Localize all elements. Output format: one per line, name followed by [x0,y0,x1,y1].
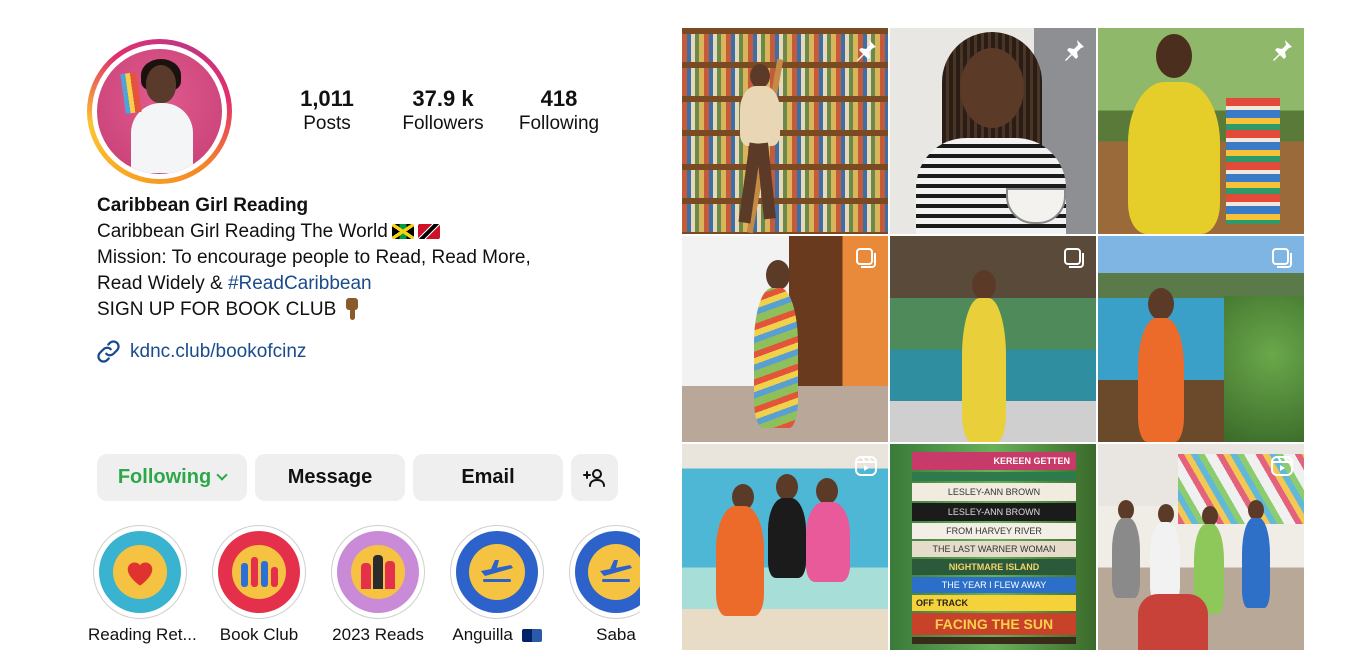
stat-followers-label: Followers [402,113,484,134]
profile-header: 1,011 Posts 37.9 k Followers 418 Followi… [0,0,660,671]
highlight-label: Anguilla [445,625,549,645]
bio-text: SIGN UP FOR BOOK CLUB [97,299,337,320]
bio-line: Read Widely & #ReadCaribbean [97,271,657,297]
highlight-label: Saba [596,625,636,644]
carousel-icon [856,248,876,268]
highlight-reading-retreat[interactable]: Reading Ret... [88,525,197,645]
profile-link[interactable]: kdnc.club/bookofcinz [95,338,306,365]
post-tile[interactable] [1098,444,1304,650]
book-spine: FROM HARVEY RIVER [912,523,1076,539]
book-stack: KEREEN GETTEN LESLEY-ANN BROWN LESLEY-AN… [912,452,1076,644]
following-button[interactable]: Following [97,454,247,501]
email-button[interactable]: Email [413,454,563,501]
book-spine: THE YEAR I FLEW AWAY [912,577,1076,593]
post-tile[interactable] [682,28,888,234]
bio-line: SIGN UP FOR BOOK CLUB [97,297,657,323]
posts-grid: KEREEN GETTEN LESLEY-ANN BROWN LESLEY-AN… [682,28,1304,671]
highlight-2023-reads[interactable]: 2023 Reads [326,525,430,645]
post-tile[interactable] [1098,236,1304,442]
display-name: Caribbean Girl Reading [97,195,309,216]
stat-followers-count: 37.9 k [412,86,474,111]
highlight-label: Book Club [219,625,299,644]
book-spine: LESLEY-ANN BROWN [912,503,1076,521]
pin-icon [857,40,876,61]
bio-text: Caribbean Girl Reading The World [97,221,388,242]
profile-bio: Caribbean Girl Reading Caribbean Girl Re… [97,193,657,323]
highlights-row: Reading Ret... Book Club 2023 Reads Angu… [0,520,640,671]
book-spine: FACING THE SUN [912,613,1076,635]
reel-icon [1271,456,1293,476]
email-label: Email [461,466,515,488]
jamaica-flag-icon [391,224,414,239]
add-person-icon [582,468,605,487]
books-icon [232,545,286,599]
stat-following-label: Following [518,113,600,134]
carousel-icon [1064,248,1084,268]
carousel-icon [1272,248,1292,268]
bio-mission: Mission: To encourage people to Read, Re… [97,247,531,268]
message-label: Message [287,466,373,488]
stat-posts[interactable]: 1,011 Posts [294,86,360,136]
chevron-down-icon [216,469,228,481]
profile-avatar[interactable] [87,39,232,184]
heart-icon [127,562,153,586]
pin-icon [1273,40,1292,61]
link-icon [97,340,120,363]
book-spine: LESLEY-ANN BROWN [912,483,1076,501]
suggested-people-button[interactable] [571,454,618,501]
book-spine: THE LAST WARNER WOMAN [912,541,1076,557]
highlight-anguilla[interactable]: Anguilla [445,525,549,645]
message-button[interactable]: Message [255,454,405,501]
post-tile[interactable] [890,28,1096,234]
anguilla-flag-icon [521,629,542,642]
books-icon [351,545,405,599]
bio-text: Read Widely & [97,273,223,294]
highlight-label: Reading Ret... [88,625,197,644]
link-text: kdnc.club/bookofcinz [130,340,307,362]
hashtag-link[interactable]: #ReadCaribbean [228,273,372,294]
post-tile[interactable] [890,236,1096,442]
highlight-label: 2023 Reads [332,625,424,644]
pointing-down-icon [344,298,360,320]
airplane-icon [600,560,632,582]
avatar-photo [97,49,222,174]
stat-following-count: 418 [540,86,578,111]
highlight-saba[interactable]: Saba [564,525,640,645]
reel-icon [855,456,877,476]
trinidad-flag-icon [417,224,440,239]
post-tile[interactable] [682,236,888,442]
stat-posts-count: 1,011 [300,86,354,111]
airplane-icon [481,560,513,582]
stat-followers[interactable]: 37.9 k Followers [394,86,492,136]
book-spine: KEREEN GETTEN [912,452,1076,470]
book-spine: OFF TRACK [912,595,1076,611]
bio-line: Caribbean Girl Reading The World [97,219,657,245]
stat-following[interactable]: 418 Following [511,86,607,136]
stat-posts-label: Posts [303,113,351,134]
highlight-book-club[interactable]: Book Club [207,525,311,645]
pin-icon [1065,40,1084,61]
following-label: Following [117,466,212,488]
post-tile[interactable] [682,444,888,650]
book-spine: NIGHTMARE ISLAND [912,559,1076,575]
post-tile[interactable] [1098,28,1304,234]
post-tile[interactable]: KEREEN GETTEN LESLEY-ANN BROWN LESLEY-AN… [890,444,1096,650]
